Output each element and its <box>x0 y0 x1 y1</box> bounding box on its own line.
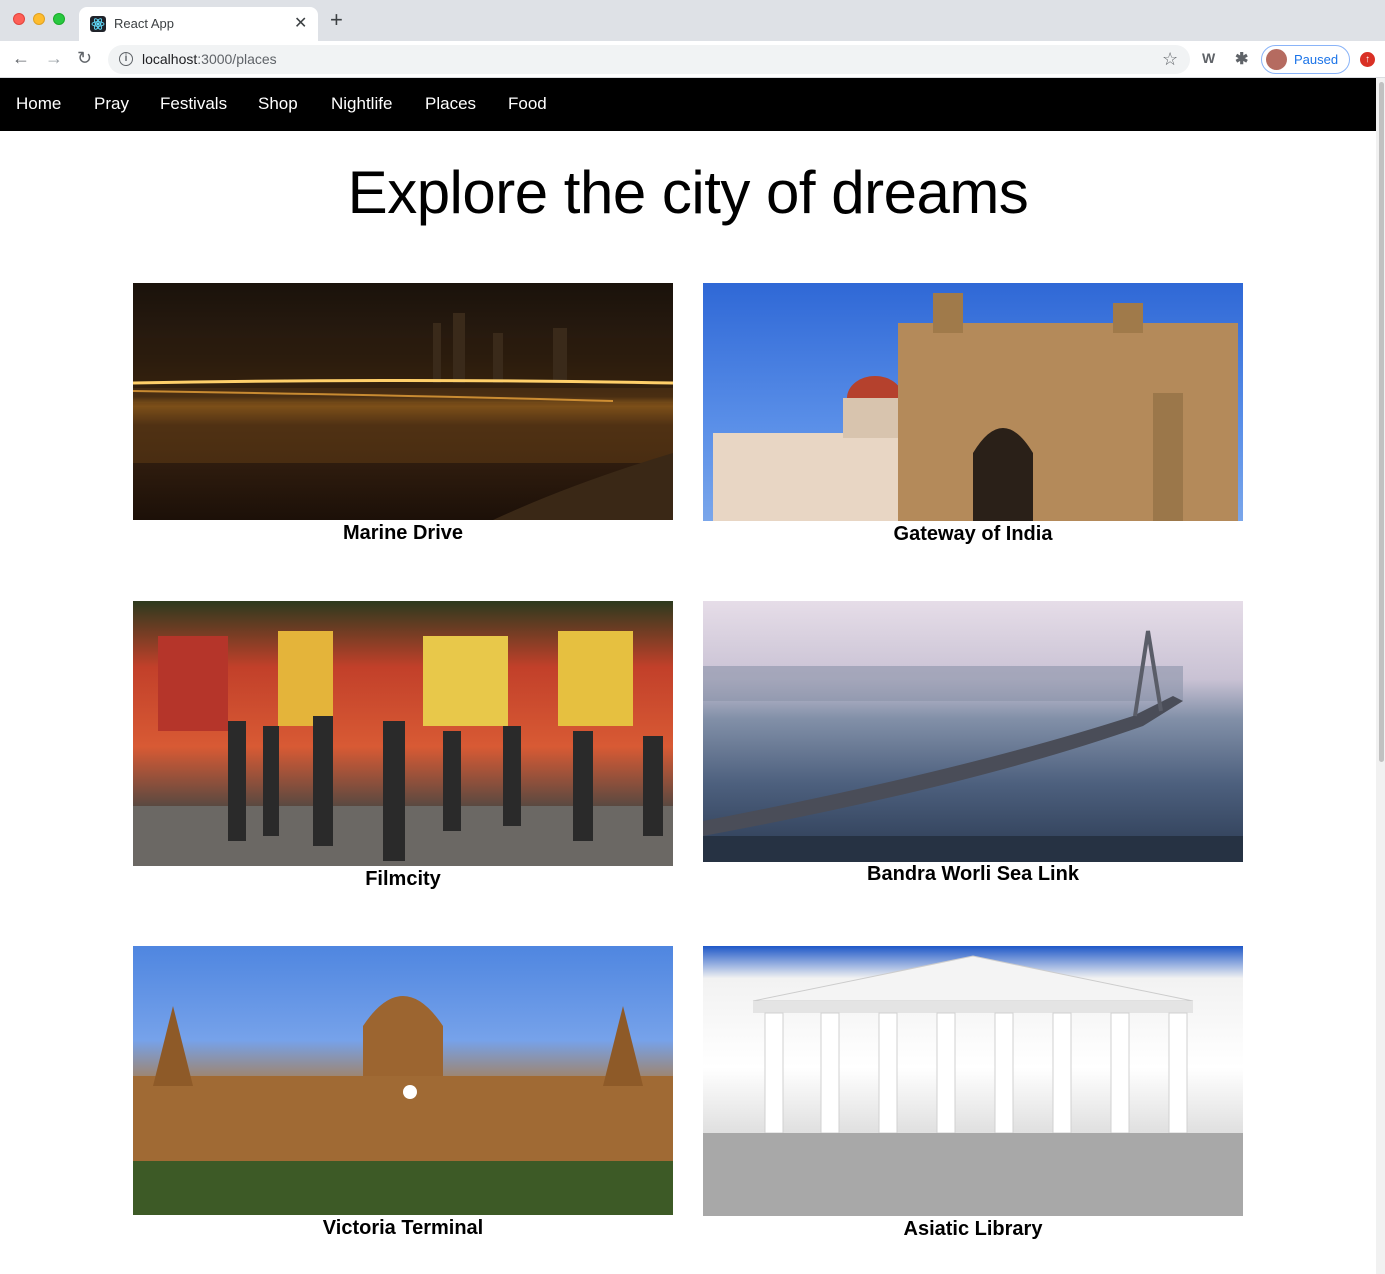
nav-link-pray[interactable]: Pray <box>94 94 129 114</box>
url-host: localhost <box>142 51 198 67</box>
place-image <box>133 946 673 1215</box>
place-image <box>703 946 1243 1216</box>
minimize-window-button[interactable] <box>33 13 45 25</box>
place-caption: Bandra Worli Sea Link <box>867 863 1079 885</box>
browser-chrome: React App ✕ + ← → ↻ i localhost:3000/pla… <box>0 0 1385 78</box>
react-logo-icon <box>90 16 106 32</box>
url-path: :3000/places <box>197 51 277 67</box>
place-image <box>133 283 673 520</box>
url-text[interactable]: localhost:3000/places <box>142 51 277 67</box>
extension-w-icon[interactable]: W <box>1202 50 1215 66</box>
profile-button[interactable]: Paused <box>1261 45 1350 74</box>
place-caption: Gateway of India <box>893 523 1053 545</box>
nav-link-shop[interactable]: Shop <box>258 94 298 114</box>
forward-arrow-icon[interactable]: → <box>45 48 63 68</box>
place-image <box>703 283 1243 521</box>
close-icon[interactable]: ✕ <box>294 13 307 33</box>
browser-toolbar: ← → ↻ i localhost:3000/places ☆ W ✱ Paus… <box>0 41 1385 78</box>
tab-strip: React App ✕ + <box>0 0 1385 41</box>
nav-link-home[interactable]: Home <box>16 94 61 114</box>
page-title: Explore the city of dreams <box>347 159 1029 226</box>
tab-title: React App <box>114 16 174 31</box>
place-caption: Marine Drive <box>342 522 464 544</box>
site-nav: Home Pray Festivals Shop Nightlife Place… <box>0 78 1376 131</box>
scrollbar-thumb[interactable] <box>1379 82 1384 762</box>
bookmark-star-icon[interactable]: ☆ <box>1162 49 1178 70</box>
maximize-window-button[interactable] <box>53 13 65 25</box>
place-image <box>703 601 1243 862</box>
reload-icon[interactable]: ↻ <box>77 48 92 68</box>
profile-status-label: Paused <box>1294 52 1339 67</box>
place-caption: Asiatic Library <box>903 1218 1043 1240</box>
new-tab-button[interactable]: + <box>330 9 343 31</box>
close-window-button[interactable] <box>13 13 25 25</box>
update-icon[interactable]: ↑ <box>1360 52 1375 67</box>
puzzle-extensions-icon[interactable]: ✱ <box>1235 49 1248 69</box>
nav-link-food[interactable]: Food <box>508 94 547 114</box>
address-bar[interactable]: i localhost:3000/places ☆ <box>108 45 1190 74</box>
browser-tab[interactable]: React App ✕ <box>79 7 318 41</box>
nav-link-places[interactable]: Places <box>425 94 476 114</box>
place-caption: Victoria Terminal <box>322 1217 484 1239</box>
back-arrow-icon[interactable]: ← <box>12 48 30 68</box>
place-image <box>133 601 673 866</box>
info-icon[interactable]: i <box>119 52 133 66</box>
nav-link-festivals[interactable]: Festivals <box>160 94 227 114</box>
avatar <box>1266 49 1287 70</box>
place-caption: Filmcity <box>365 868 441 890</box>
nav-link-nightlife[interactable]: Nightlife <box>331 94 392 114</box>
